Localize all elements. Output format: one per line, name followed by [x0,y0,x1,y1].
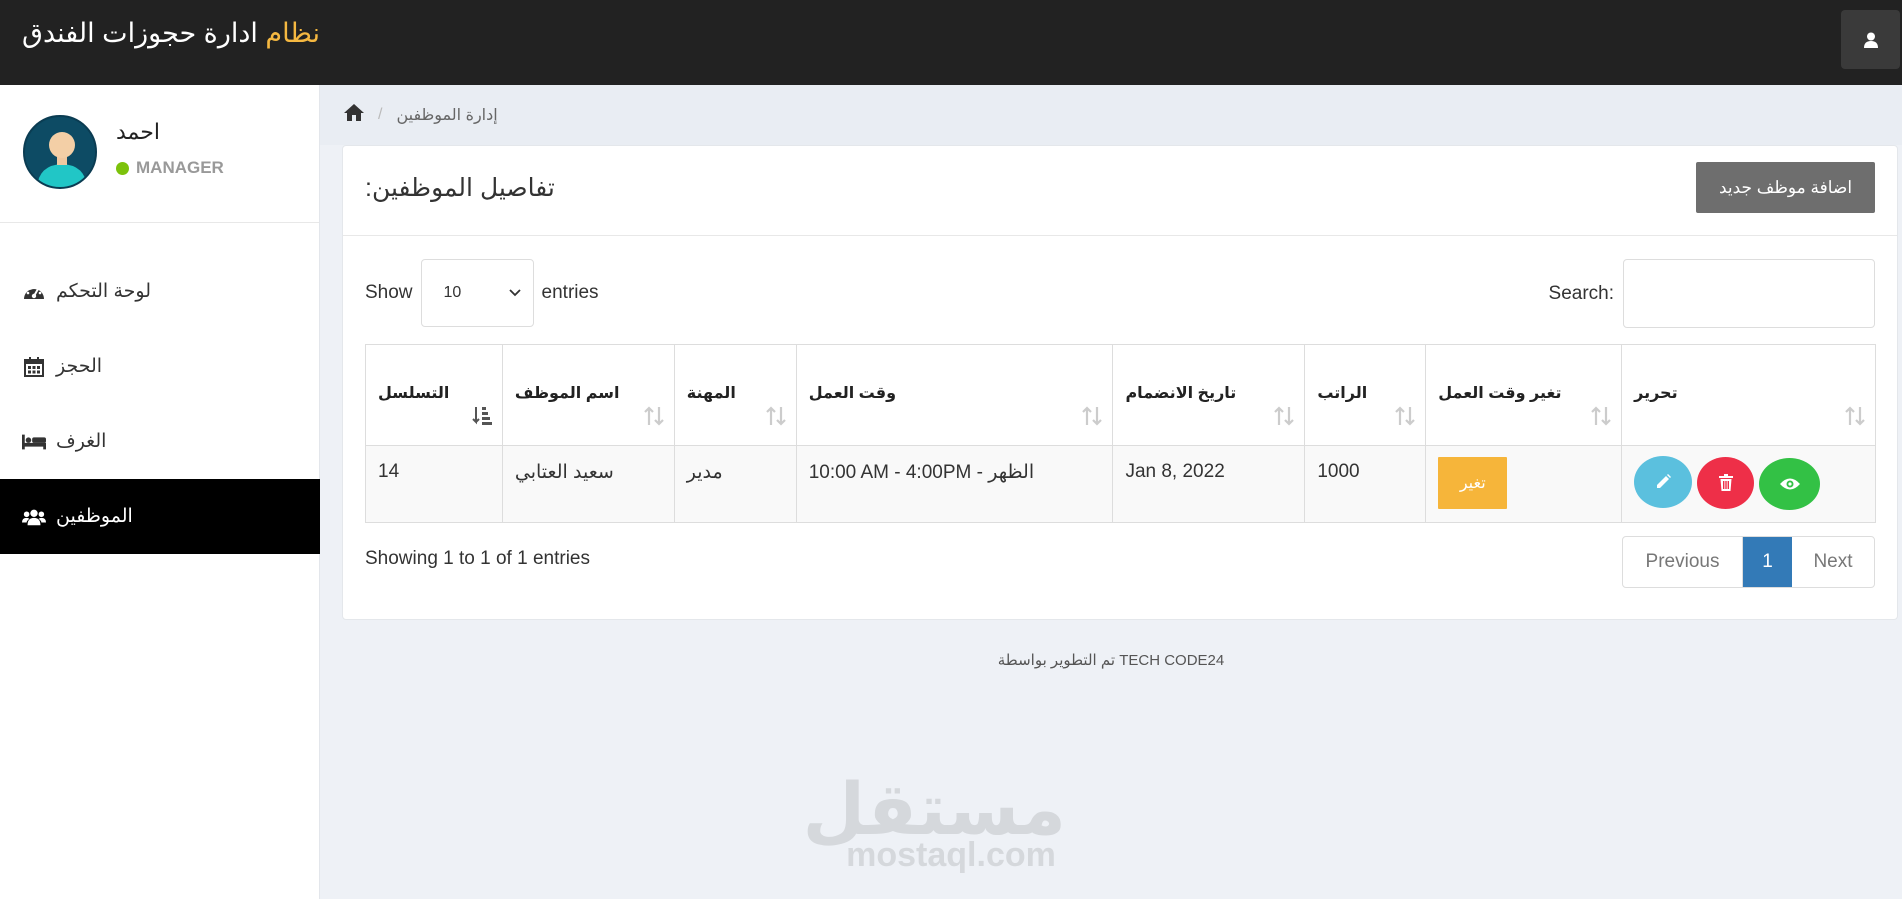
entries-label: entries [541,282,599,303]
breadcrumb-separator: / [378,106,383,123]
calendar-icon [22,356,46,378]
pagination-page-1[interactable]: 1 [1743,537,1792,587]
users-icon [22,506,46,528]
employees-panel: تفاصيل الموظفين: اضافة موظف جديد Show 10… [342,145,1898,620]
dashboard-icon [22,281,46,303]
page-size-control: Show 10 entries [365,259,599,327]
cell-salary: 1000 [1304,445,1427,523]
online-status-icon [116,161,129,175]
sidebar: احمد MANAGER لوحة التحكم الحجز الغرف الم… [0,85,320,899]
user-menu-button[interactable] [1841,10,1900,69]
cell-id: 14 [365,445,503,523]
app-title-accent: نظام [265,18,321,48]
sidebar-item-dashboard[interactable]: لوحة التحكم [0,254,320,329]
user-icon [1863,32,1878,48]
column-header[interactable]: المهنة [673,344,797,446]
page-title: تفاصيل الموظفين: [365,174,555,202]
column-header[interactable]: اسم الموظف [501,344,675,446]
profile-role-label: MANAGER [136,158,224,177]
add-employee-button[interactable]: اضافة موظف جديد [1696,162,1875,213]
pencil-icon [1657,474,1672,488]
change-shift-button[interactable]: تغير [1438,457,1508,509]
pagination: Previous 1 Next [1622,536,1875,588]
eye-icon [1779,478,1800,490]
column-header[interactable]: وقت العمل [795,344,1114,446]
cell-joined: Jan 8, 2022 [1112,445,1306,523]
watermark-latin: mostaql.com [846,836,1056,874]
sidebar-item-label: الموظفين [56,506,133,527]
table-controls: Show 10 entries Search: [343,236,1897,346]
cell-job: مدير [673,445,797,523]
column-header[interactable]: تحرير [1621,344,1876,446]
breadcrumb: / إدارة الموظفين [320,85,1902,145]
page-size-value: 10 [443,284,462,301]
column-label: تاريخ الانضمام [1125,385,1237,402]
panel-header: تفاصيل الموظفين: اضافة موظف جديد [343,146,1897,236]
cell-name: سعيد العتابي [501,445,675,523]
search-label: Search: [1548,282,1614,304]
column-label: اسم الموظف [514,385,620,402]
sort-icon [1845,406,1865,431]
app-title-rest: ادارة حجوزات الفندق [22,18,258,48]
sort-active-icon [472,406,492,431]
employees-table: التسلسل اسم الموظف المهنة وقت العمل تاري… [365,344,1876,523]
profile-role: MANAGER [116,158,224,178]
pagination-previous[interactable]: Previous [1623,537,1743,587]
table-info: Showing 1 to 1 of 1 entries [365,548,590,569]
sidebar-item-label: الحجز [56,356,103,377]
table-header-row: التسلسل اسم الموظف المهنة وقت العمل تاري… [365,344,1876,446]
column-label: الراتب [1317,385,1368,402]
search-input[interactable] [1623,259,1875,328]
app-title: نظام ادارة حجوزات الفندق [22,18,320,49]
sort-icon [1082,406,1103,431]
column-label: المهنة [686,385,736,402]
breadcrumb-current: إدارة الموظفين [396,107,498,124]
sidebar-nav: لوحة التحكم الحجز الغرف الموظفين [0,254,320,554]
show-label: Show [365,282,413,303]
cell-change-shift: تغير [1425,445,1623,523]
search-control: Search: [1549,259,1875,328]
column-label: تحرير [1634,385,1678,402]
sidebar-item-employees[interactable]: الموظفين [0,479,320,554]
cell-shift: 10:00 AM - 4:00PM - الظهر [795,445,1114,523]
sidebar-item-label: لوحة التحكم [56,281,152,302]
view-button[interactable] [1759,458,1821,510]
watermark: مستقل mostaql.com [803,774,1066,875]
pagination-next[interactable]: Next [1792,537,1874,587]
trash-icon [1718,474,1733,491]
chevron-down-icon [508,289,521,297]
edit-button[interactable] [1634,456,1693,508]
table-row: 14 سعيد العتابي مدير 10:00 AM - 4:00PM -… [365,445,1876,523]
sort-icon [1274,406,1295,431]
top-navbar: نظام ادارة حجوزات الفندق [0,0,1902,85]
column-header[interactable]: تغير وقت العمل [1425,344,1623,446]
sidebar-item-booking[interactable]: الحجز [0,329,320,404]
column-label: تغير وقت العمل [1438,385,1562,402]
bed-icon [22,431,46,453]
user-profile: احمد MANAGER [0,85,319,223]
column-header[interactable]: تاريخ الانضمام [1112,344,1306,446]
page-size-select[interactable]: 10 [420,259,534,327]
delete-button[interactable] [1697,456,1755,509]
sidebar-item-label: الغرف [56,431,107,452]
sort-icon [765,406,786,431]
home-icon[interactable] [344,104,364,126]
footer-credit: تم التطوير بواسطة TECH CODE24 [997,652,1225,669]
sort-icon [1591,406,1611,431]
cell-actions [1621,445,1876,523]
column-label: وقت العمل [808,385,897,402]
avatar [23,115,97,189]
sort-icon [1395,406,1416,431]
column-label: التسلسل [378,385,450,402]
column-header[interactable]: الراتب [1304,344,1427,446]
sort-icon [644,406,664,431]
sidebar-item-rooms[interactable]: الغرف [0,404,320,479]
column-header[interactable]: التسلسل [365,344,503,446]
profile-name: احمد [116,119,160,144]
